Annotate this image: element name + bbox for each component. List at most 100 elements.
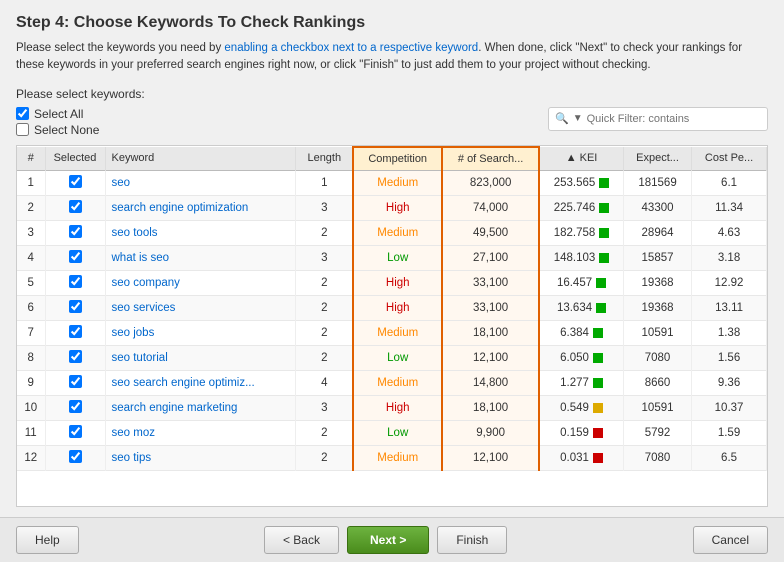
row-checkbox[interactable] xyxy=(69,175,82,188)
back-button[interactable]: < Back xyxy=(264,526,339,554)
cell-cost: 1.38 xyxy=(692,320,767,345)
kei-dot xyxy=(599,178,609,188)
table-row: 4 what is seo 3 Low 27,100 148.103 15857… xyxy=(17,245,767,270)
select-all-checkbox[interactable] xyxy=(16,107,29,120)
search-icon: 🔍 xyxy=(555,112,569,125)
cell-kei: 225.746 xyxy=(539,195,623,220)
cell-competition: High xyxy=(353,270,442,295)
kei-value: 13.634 xyxy=(557,302,592,314)
cell-length: 2 xyxy=(296,220,354,245)
cell-checkbox[interactable] xyxy=(45,295,105,320)
cell-length: 3 xyxy=(296,195,354,220)
description: Please select the keywords you need by e… xyxy=(16,40,768,75)
cell-expected: 8660 xyxy=(623,370,691,395)
col-searches[interactable]: # of Search... xyxy=(442,147,539,171)
cell-num: 2 xyxy=(17,195,45,220)
cell-expected: 19368 xyxy=(623,270,691,295)
cell-keyword: search engine optimization xyxy=(105,195,296,220)
filter-input[interactable] xyxy=(587,113,761,125)
col-keyword[interactable]: Keyword xyxy=(105,147,296,171)
help-button[interactable]: Help xyxy=(16,526,79,554)
kei-dot xyxy=(593,453,603,463)
cell-searches: 9,900 xyxy=(442,420,539,445)
cell-kei: 148.103 xyxy=(539,245,623,270)
cell-checkbox[interactable] xyxy=(45,270,105,295)
row-checkbox[interactable] xyxy=(69,300,82,313)
cell-searches: 74,000 xyxy=(442,195,539,220)
row-checkbox[interactable] xyxy=(69,350,82,363)
cell-kei: 16.457 xyxy=(539,270,623,295)
kei-dot xyxy=(599,228,609,238)
kei-dot xyxy=(593,403,603,413)
cell-searches: 33,100 xyxy=(442,295,539,320)
row-checkbox[interactable] xyxy=(69,325,82,338)
row-checkbox[interactable] xyxy=(69,425,82,438)
col-competition[interactable]: Competition xyxy=(353,147,442,171)
select-none-label[interactable]: Select None xyxy=(34,123,99,137)
kei-value: 0.159 xyxy=(560,427,589,439)
cell-competition: Medium xyxy=(353,370,442,395)
cell-checkbox[interactable] xyxy=(45,245,105,270)
controls-row: Select All Select None 🔍 ▼ xyxy=(16,107,768,137)
table-row: 9 seo search engine optimiz... 4 Medium … xyxy=(17,370,767,395)
row-checkbox[interactable] xyxy=(69,400,82,413)
next-button[interactable]: Next > xyxy=(347,526,429,554)
cell-expected: 7080 xyxy=(623,445,691,470)
select-all-item[interactable]: Select All xyxy=(16,107,99,121)
kei-dot xyxy=(593,353,603,363)
select-all-label[interactable]: Select All xyxy=(34,107,83,121)
table-row: 3 seo tools 2 Medium 49,500 182.758 2896… xyxy=(17,220,767,245)
cell-checkbox[interactable] xyxy=(45,345,105,370)
main-container: Step 4: Choose Keywords To Check Ranking… xyxy=(0,0,784,517)
cell-kei: 0.159 xyxy=(539,420,623,445)
row-checkbox[interactable] xyxy=(69,450,82,463)
cell-kei: 6.050 xyxy=(539,345,623,370)
table-row: 11 seo moz 2 Low 9,900 0.159 5792 1.59 xyxy=(17,420,767,445)
kei-dot xyxy=(593,378,603,388)
select-none-item[interactable]: Select None xyxy=(16,123,99,137)
table-row: 12 seo tips 2 Medium 12,100 0.031 7080 6… xyxy=(17,445,767,470)
row-checkbox[interactable] xyxy=(69,200,82,213)
row-checkbox[interactable] xyxy=(69,275,82,288)
cell-cost: 1.59 xyxy=(692,420,767,445)
cell-checkbox[interactable] xyxy=(45,320,105,345)
cell-searches: 33,100 xyxy=(442,270,539,295)
cell-expected: 7080 xyxy=(623,345,691,370)
col-cost[interactable]: Cost Pe... xyxy=(692,147,767,171)
cell-searches: 27,100 xyxy=(442,245,539,270)
cell-checkbox[interactable] xyxy=(45,420,105,445)
cell-checkbox[interactable] xyxy=(45,395,105,420)
cell-length: 3 xyxy=(296,395,354,420)
footer-center: < Back Next > Finish xyxy=(264,526,507,554)
cell-cost: 11.34 xyxy=(692,195,767,220)
cell-length: 2 xyxy=(296,270,354,295)
cell-checkbox[interactable] xyxy=(45,220,105,245)
select-none-checkbox[interactable] xyxy=(16,123,29,136)
row-checkbox[interactable] xyxy=(69,225,82,238)
cell-num: 1 xyxy=(17,170,45,195)
cell-competition: High xyxy=(353,395,442,420)
cell-searches: 12,100 xyxy=(442,345,539,370)
cell-kei: 253.565 xyxy=(539,170,623,195)
cell-cost: 3.18 xyxy=(692,245,767,270)
cell-checkbox[interactable] xyxy=(45,170,105,195)
row-checkbox[interactable] xyxy=(69,375,82,388)
table-row: 2 search engine optimization 3 High 74,0… xyxy=(17,195,767,220)
col-expected[interactable]: Expect... xyxy=(623,147,691,171)
cancel-button[interactable]: Cancel xyxy=(693,526,768,554)
cell-kei: 6.384 xyxy=(539,320,623,345)
table-row: 1 seo 1 Medium 823,000 253.565 181569 6.… xyxy=(17,170,767,195)
cell-cost: 6.5 xyxy=(692,445,767,470)
row-checkbox[interactable] xyxy=(69,250,82,263)
cell-kei: 182.758 xyxy=(539,220,623,245)
col-kei[interactable]: ▲ KEI xyxy=(539,147,623,171)
filter-dropdown[interactable]: ▼ xyxy=(573,113,583,124)
cell-expected: 10591 xyxy=(623,320,691,345)
cell-checkbox[interactable] xyxy=(45,445,105,470)
cell-checkbox[interactable] xyxy=(45,195,105,220)
finish-button[interactable]: Finish xyxy=(437,526,507,554)
cell-cost: 12.92 xyxy=(692,270,767,295)
cell-checkbox[interactable] xyxy=(45,370,105,395)
cell-num: 6 xyxy=(17,295,45,320)
checkbox-group: Select All Select None xyxy=(16,107,99,137)
